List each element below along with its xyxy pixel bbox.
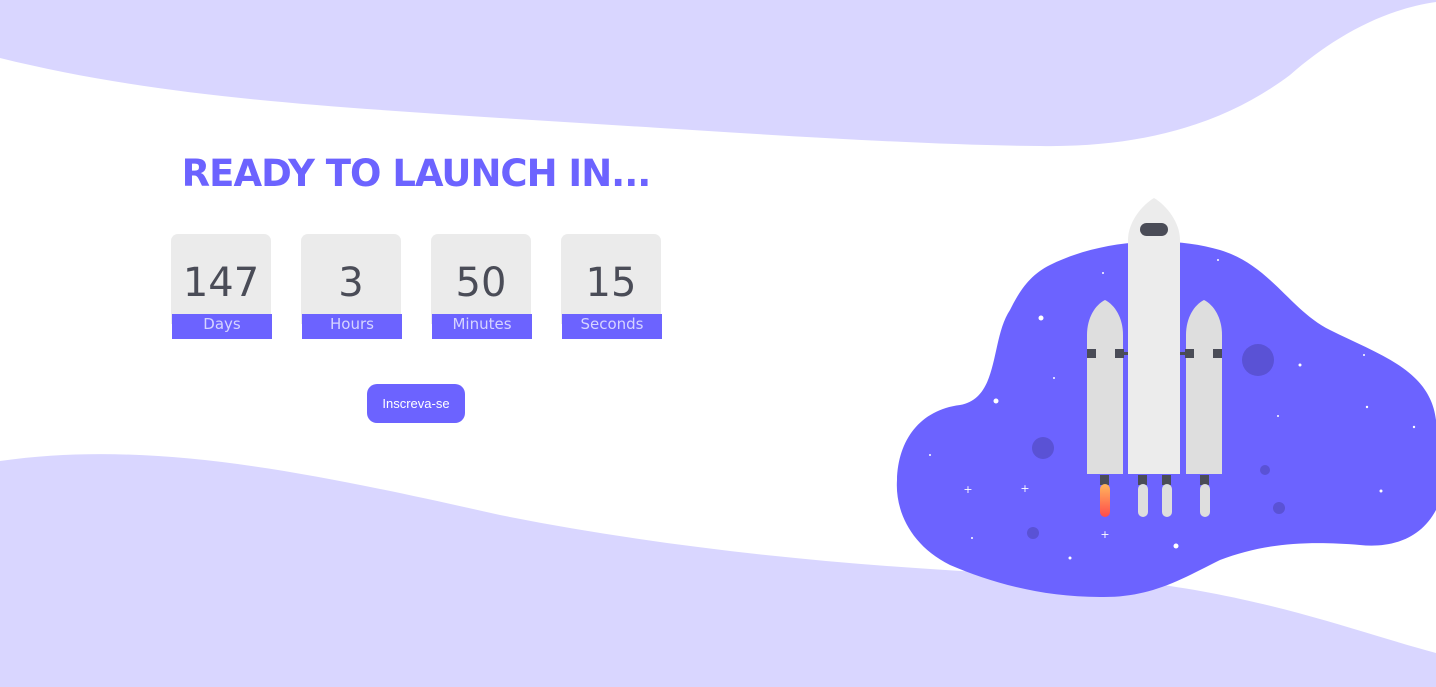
subscribe-button[interactable]: Inscreva-se	[367, 384, 465, 423]
minutes-value: 50	[455, 260, 507, 306]
svg-text:+: +	[1020, 482, 1029, 495]
minutes-label: Minutes	[432, 314, 532, 339]
svg-text:+: +	[1100, 528, 1109, 541]
top-wave	[0, 0, 1436, 147]
days-label: Days	[172, 314, 272, 339]
seconds-label: Seconds	[562, 314, 662, 339]
countdown-days: 147 Days	[171, 234, 272, 339]
countdown-timer: 147 Days 3 Hours 50 Minutes 15 Seconds	[171, 234, 662, 339]
hours-value: 3	[338, 260, 364, 306]
rocket-launch-illustration: + + +	[896, 198, 1436, 598]
page-title: READY TO LAUNCH IN...	[181, 152, 652, 195]
flame-icon	[1100, 484, 1110, 517]
svg-text:+: +	[963, 483, 972, 496]
countdown-hours: 3 Hours	[301, 234, 402, 339]
coming-soon-page: READY TO LAUNCH IN... 147 Days 3 Hours 5…	[0, 0, 1436, 687]
seconds-value: 15	[585, 260, 637, 306]
countdown-minutes: 50 Minutes	[431, 234, 532, 339]
countdown-seconds: 15 Seconds	[561, 234, 662, 339]
days-value: 147	[182, 260, 260, 306]
hours-label: Hours	[302, 314, 402, 339]
